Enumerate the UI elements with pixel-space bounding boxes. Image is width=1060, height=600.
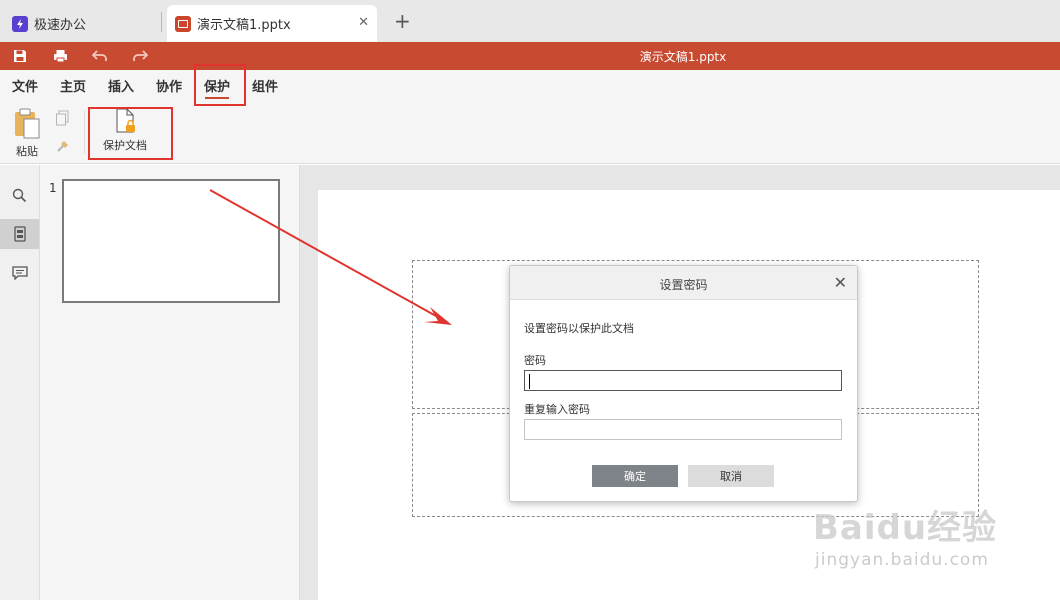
paste-button[interactable]: 粘贴 [12, 108, 42, 159]
password-label: 密码 [524, 354, 546, 367]
menu-components[interactable]: 组件 [252, 76, 278, 95]
title-bar: 演示文稿1.pptx [0, 42, 1060, 70]
format-painter-icon[interactable] [55, 138, 71, 157]
slide-thumbnail[interactable] [62, 179, 280, 303]
dialog-header: 设置密码 ✕ [510, 266, 857, 300]
ribbon-separator [84, 110, 85, 154]
copy-icon[interactable] [55, 110, 71, 129]
browser-tab-strip: 极速办公 演示文稿1.pptx ✕ + [0, 0, 1060, 42]
comment-icon[interactable] [0, 258, 39, 288]
tab-label: 演示文稿1.pptx [197, 18, 291, 33]
watermark-url: jingyan.baidu.com [815, 550, 989, 570]
new-tab-button[interactable]: + [394, 9, 411, 33]
left-sidebar [0, 165, 40, 600]
menu-file[interactable]: 文件 [12, 76, 38, 95]
document-title: 演示文稿1.pptx [639, 50, 727, 64]
menu-bar: 文件 主页 插入 协作 保护 组件 [0, 70, 1060, 100]
repeat-password-label: 重复输入密码 [524, 403, 590, 416]
watermark-logo: Baidu经验 [813, 508, 998, 548]
tab-document[interactable]: 演示文稿1.pptx ✕ [167, 5, 377, 42]
slide-thumbnail-panel: 1 [40, 165, 300, 600]
tab-divider [161, 12, 162, 32]
text-cursor [529, 374, 530, 389]
app-logo-icon [12, 15, 28, 32]
dialog-description: 设置密码以保护此文档 [524, 322, 634, 335]
baidu-watermark: Baidu经验 jingyan.baidu.com [813, 488, 1053, 588]
set-password-dialog: 设置密码 ✕ 设置密码以保护此文档 密码 重复输入密码 确定 取消 [509, 265, 858, 502]
dialog-title: 设置密码 [659, 278, 708, 292]
search-icon[interactable] [0, 180, 39, 210]
repeat-password-input[interactable] [524, 419, 842, 440]
close-icon[interactable]: ✕ [834, 273, 847, 292]
tab-app-home[interactable]: 极速办公 [0, 5, 160, 42]
annotation-highlight-protect-tab [194, 64, 246, 106]
paste-icon [15, 108, 40, 139]
presentation-file-icon [175, 15, 191, 32]
menu-home[interactable]: 主页 [60, 76, 86, 95]
menu-collaborate[interactable]: 协作 [156, 76, 182, 95]
close-icon[interactable]: ✕ [358, 15, 369, 30]
slides-icon[interactable] [0, 219, 39, 249]
cancel-button[interactable]: 取消 [688, 465, 774, 487]
menu-insert[interactable]: 插入 [108, 76, 134, 95]
tab-label: 极速办公 [34, 18, 87, 33]
password-input[interactable] [524, 370, 842, 391]
slide-number: 1 [49, 181, 57, 195]
paste-label: 粘贴 [16, 145, 38, 158]
ok-button[interactable]: 确定 [592, 465, 678, 487]
annotation-highlight-protect-document [88, 107, 173, 160]
